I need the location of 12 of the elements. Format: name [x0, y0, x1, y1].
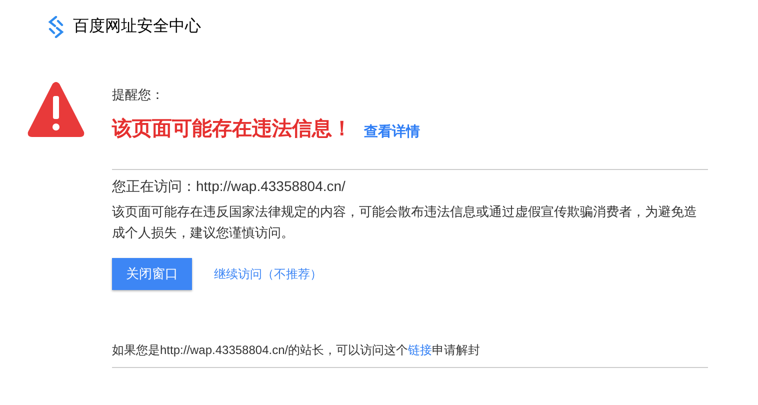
- logo-icon: [47, 16, 65, 38]
- warning-headline: 该页面可能存在违法信息！: [112, 116, 352, 142]
- close-window-button[interactable]: 关闭窗口: [112, 258, 192, 290]
- details-link[interactable]: 查看详情: [364, 120, 420, 144]
- prompt-text: 提醒您：: [112, 86, 165, 104]
- unblock-link[interactable]: 链接: [408, 342, 432, 356]
- owner-notice-text: 如果您是http://wap.43358804.cn/的站长，可以访问这个链接申请解封: [112, 342, 482, 358]
- continue-link[interactable]: 继续访问（不推荐）: [214, 264, 322, 282]
- description-text: 该页面可能存在违反国家法律规定的内容，可能会散布违法信息或通过虚假宣传欺骗消费者，为避免造成个人损失，建议您谨慎访问。: [112, 202, 698, 242]
- warning-icon: [27, 81, 85, 138]
- visiting-url-text: 您正在访问：http://wap.43358804.cn/: [112, 176, 346, 196]
- site-title: 百度网址安全中心: [73, 16, 201, 37]
